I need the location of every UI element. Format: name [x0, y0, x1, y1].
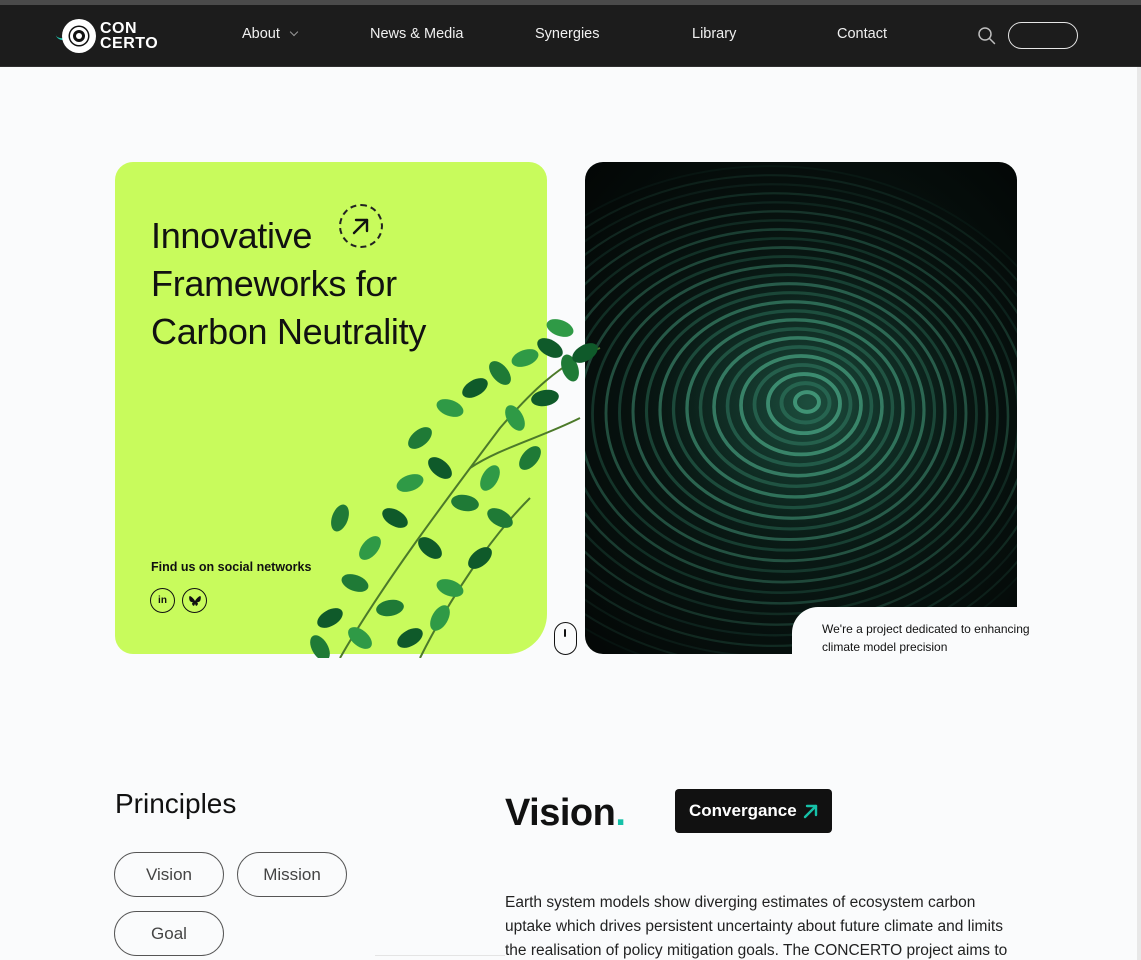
hero-title-line3: Carbon Neutrality: [151, 311, 427, 352]
linkedin-icon[interactable]: in: [150, 588, 175, 613]
arrow-up-right-icon[interactable]: [339, 204, 383, 248]
scroll-mouse-icon[interactable]: [554, 622, 577, 655]
hero-title: Innovative Frameworks for Carbon Neutral…: [151, 212, 511, 356]
eye-logo-icon: [55, 17, 96, 55]
water-ripple-illustration: [585, 165, 1017, 654]
vision-body-text: Earth system models show diverging estim…: [505, 894, 1008, 959]
logo-text-line2: CERTO: [100, 35, 159, 52]
hero-title-line1: Innovative: [151, 215, 313, 256]
page-scrollbar[interactable]: [1137, 67, 1141, 960]
hero-description: We're a project dedicated to enhancing c…: [822, 622, 1030, 654]
vision-heading: Vision.: [505, 792, 626, 835]
nav-item-news-media[interactable]: News & Media: [370, 26, 463, 42]
tab-mission[interactable]: Mission: [237, 852, 347, 897]
vision-heading-text: Vision: [505, 792, 616, 834]
leaf: [546, 319, 574, 337]
concerto-logo[interactable]: CON CERTO: [55, 17, 166, 55]
hero-green-card: Innovative Frameworks for Carbon Neutral…: [115, 162, 547, 654]
nav-item-contact[interactable]: Contact: [837, 26, 887, 42]
logo-wordmark: CON CERTO: [100, 20, 159, 52]
vision-heading-dot: .: [615, 792, 626, 834]
logo-text-line1: CON: [100, 20, 138, 37]
convergance-button[interactable]: Convergance: [675, 789, 832, 833]
nav-item-library[interactable]: Library: [692, 26, 736, 42]
search-icon[interactable]: [977, 26, 997, 46]
tab-vision[interactable]: Vision: [114, 852, 224, 897]
tab-goal[interactable]: Goal: [114, 911, 224, 956]
nav-pill-button[interactable]: [1008, 22, 1078, 49]
hero-title-line2: Frameworks for: [151, 263, 397, 304]
hero-ripple-image: [585, 162, 1017, 654]
nav-item-about[interactable]: About: [242, 26, 299, 42]
leaf: [561, 354, 579, 382]
nav-item-label: About: [242, 26, 280, 42]
nav-item-synergies[interactable]: Synergies: [535, 26, 599, 42]
top-navbar: CON CERTO About News & Media Synergies L…: [0, 5, 1141, 67]
arrow-up-right-icon: [803, 804, 818, 819]
chevron-down-icon: [289, 27, 299, 37]
principles-heading: Principles: [115, 788, 237, 819]
social-networks-label: Find us on social networks: [151, 560, 312, 574]
divider: [375, 955, 505, 956]
convergance-button-label: Convergance: [689, 801, 797, 820]
bluesky-icon[interactable]: [182, 588, 207, 613]
